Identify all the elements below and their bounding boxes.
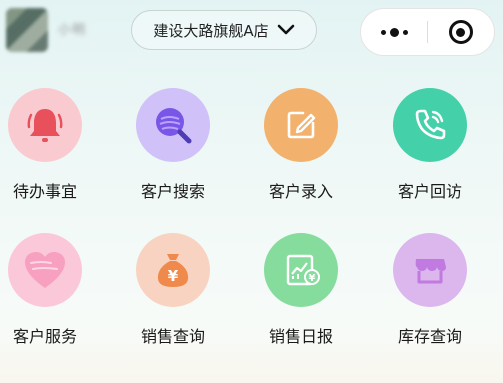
- menu-item-customer-service[interactable]: 客户服务: [0, 233, 100, 353]
- close-button[interactable]: [428, 9, 494, 55]
- menu-item-todo[interactable]: 待办事宜: [0, 88, 100, 208]
- menu-item-stock-query[interactable]: 库存查询: [375, 233, 485, 353]
- menu-item-customer-service-circle: [8, 233, 82, 307]
- store-icon: [415, 259, 446, 284]
- menu-item-customer-visit-circle: [393, 88, 467, 162]
- svg-text:¥: ¥: [309, 273, 316, 284]
- menu-item-sales-daily-circle: ¥: [264, 233, 338, 307]
- menu-item-label: 库存查询: [397, 327, 462, 346]
- menu-item-sales-daily[interactable]: ¥ 销售日报: [246, 233, 356, 353]
- report-icon: ¥: [286, 254, 320, 286]
- menu-item-todo-circle: [8, 88, 82, 162]
- bell-icon: [27, 109, 63, 142]
- menu-item-stock-query-circle: [393, 233, 467, 307]
- more-button[interactable]: [361, 9, 427, 55]
- chevron-down-icon: [277, 24, 294, 35]
- search-icon: [156, 108, 192, 144]
- menu-item-label: 客户搜索: [140, 182, 205, 201]
- svg-text:¥: ¥: [168, 267, 179, 285]
- menu-item-label: 销售查询: [140, 327, 205, 346]
- edit-icon: [287, 111, 316, 139]
- username: 小明: [58, 23, 87, 38]
- target-close-icon: [448, 20, 473, 44]
- menu-item-sales-query[interactable]: ¥ 销售查询: [118, 233, 228, 353]
- store-select[interactable]: 建设大路旗舰A店: [131, 10, 317, 50]
- phone-icon: [415, 109, 446, 140]
- heart-icon: [25, 252, 65, 288]
- menu-item-customer-search[interactable]: 客户搜索: [118, 88, 228, 208]
- avatar[interactable]: [6, 8, 48, 52]
- more-dots-icon: [380, 27, 408, 37]
- menu-item-label: 客户服务: [12, 327, 77, 346]
- menu-item-label: 客户录入: [268, 182, 333, 201]
- store-select-label: 建设大路旗舰A店: [153, 21, 269, 40]
- mini-program-capsule: [360, 8, 495, 56]
- menu-item-label: 销售日报: [268, 327, 333, 346]
- menu-item-sales-query-circle: ¥: [136, 233, 210, 307]
- menu-item-customer-visit[interactable]: 客户回访: [375, 88, 485, 208]
- header: 小明 建设大路旗舰A店: [0, 0, 503, 62]
- menu-item-customer-search-circle: [136, 88, 210, 162]
- menu-item-customer-entry-circle: [264, 88, 338, 162]
- menu-item-customer-entry[interactable]: 客户录入: [246, 88, 356, 208]
- menu-item-label: 待办事宜: [12, 182, 77, 201]
- money-bag-icon: ¥: [157, 254, 189, 287]
- menu-item-label: 客户回访: [397, 182, 462, 201]
